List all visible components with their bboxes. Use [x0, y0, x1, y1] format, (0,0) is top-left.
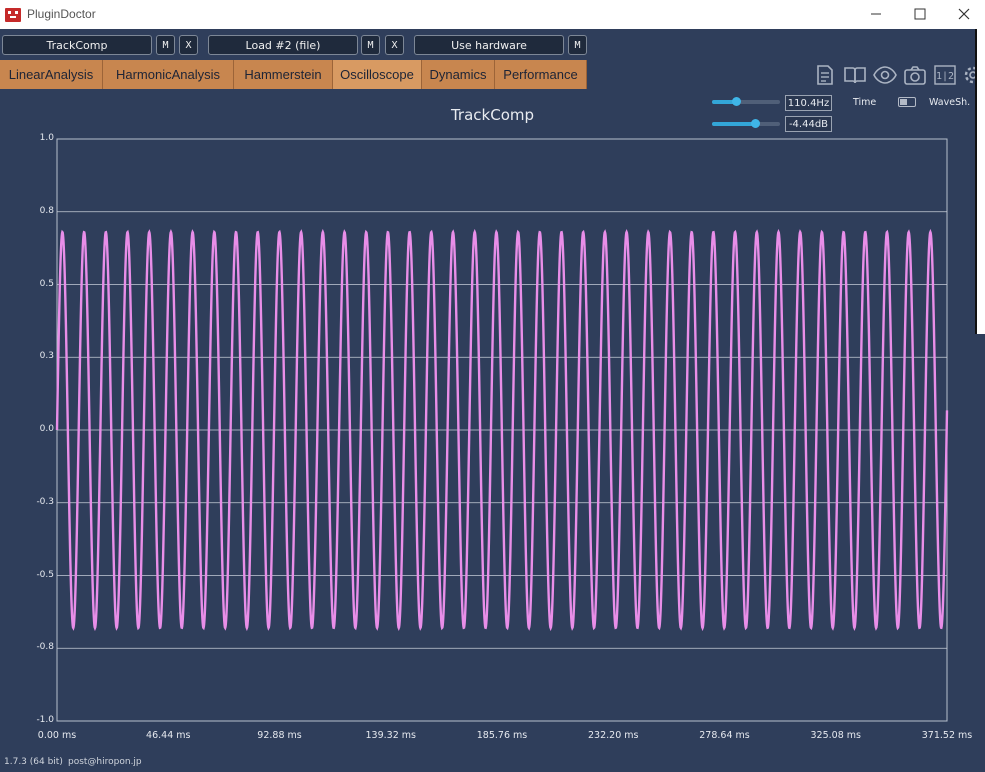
y-tick-label: -0.5 [36, 569, 54, 580]
y-tick-label: 0.5 [39, 278, 54, 289]
y-tick-label: 0.8 [39, 205, 54, 216]
y-tick-label: -0.8 [36, 642, 54, 653]
x-tick-label: 139.32 ms [365, 730, 416, 741]
x-tick-label: 0.00 ms [37, 730, 77, 741]
x-tick-label: 278.64 ms [699, 730, 750, 741]
x-tick-label: 46.44 ms [146, 730, 191, 741]
oscilloscope-plot [55, 138, 949, 722]
x-tick-label: 232.20 ms [588, 730, 639, 741]
x-tick-label: 92.88 ms [257, 730, 302, 741]
y-tick-label: 0.3 [39, 351, 54, 362]
y-tick-label: -1.0 [36, 715, 54, 725]
x-tick-label: 371.52 ms [921, 730, 973, 741]
contact-email: post@hiropon.jp [68, 757, 142, 767]
y-tick-label: -0.3 [36, 496, 54, 507]
y-tick-label: 0.0 [39, 424, 54, 434]
x-tick-label: 185.76 ms [476, 730, 528, 741]
y-tick-label: 1.0 [39, 133, 54, 143]
version-label: 1.7.3 (64 bit) [4, 757, 63, 767]
x-tick-label: 325.08 ms [810, 730, 861, 741]
